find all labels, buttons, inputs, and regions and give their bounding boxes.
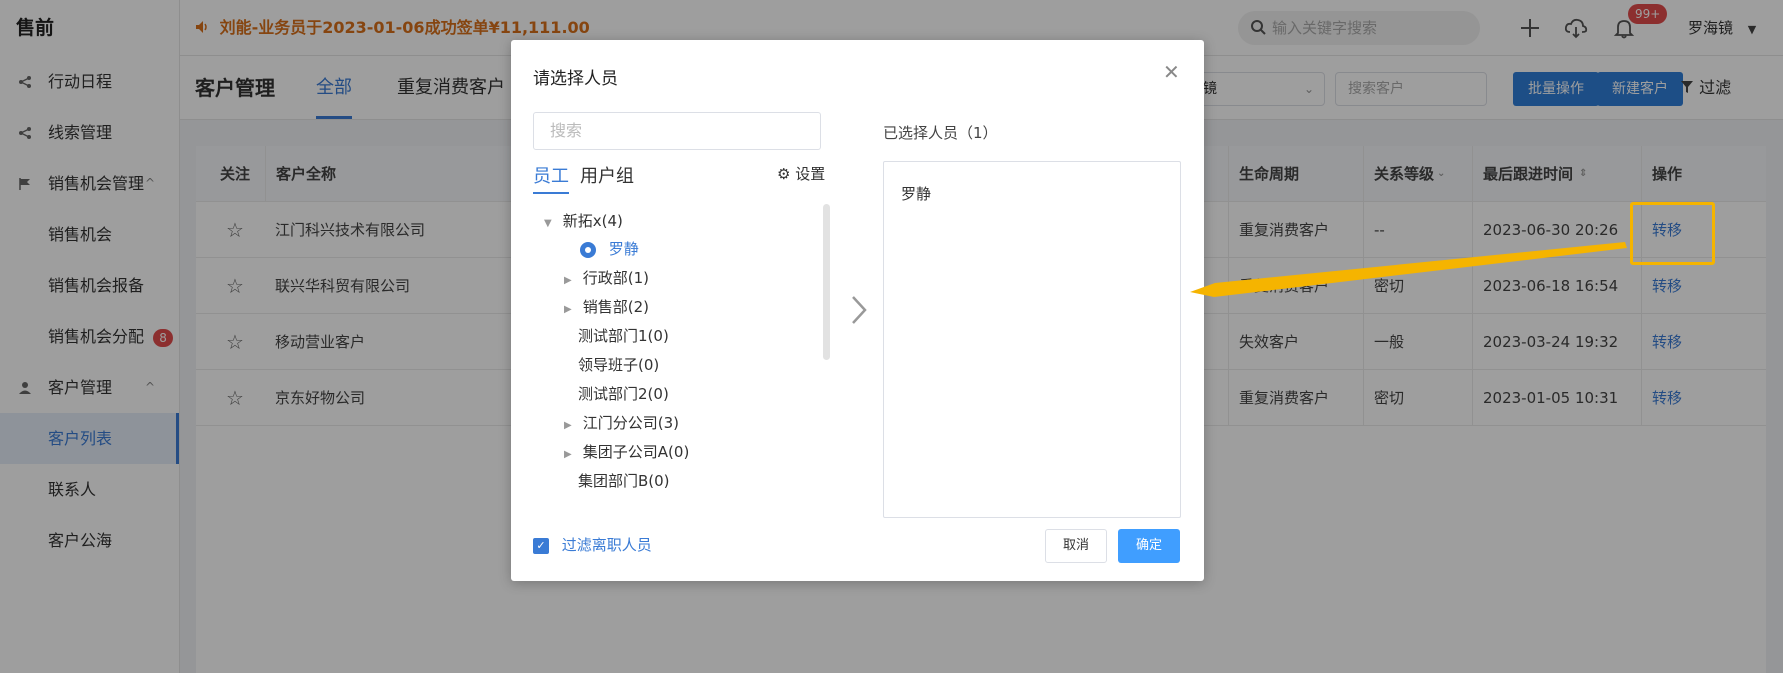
cancel-button[interactable]: 取消 xyxy=(1045,529,1107,563)
tree-node-label: 江门分公司(3) xyxy=(582,414,680,432)
person-search-input[interactable]: 搜索 xyxy=(533,112,821,150)
tree-node-label: 销售部(2) xyxy=(582,298,650,316)
tree-node-person[interactable]: 罗静 xyxy=(580,238,639,259)
selected-list: 罗静 xyxy=(883,161,1181,518)
dialog-title: 请选择人员 xyxy=(533,69,618,89)
tree-node-dept[interactable]: 测试部门1(0) xyxy=(578,325,669,346)
confirm-button[interactable]: 确定 xyxy=(1118,529,1180,563)
tree-node-dept[interactable]: 测试部门2(0) xyxy=(578,383,669,404)
tree-node-label: 新拓x(4) xyxy=(562,212,623,230)
filter-resigned-checkbox[interactable]: ✓ 过滤离职人员 xyxy=(533,534,652,555)
caret-down-icon: ▼ xyxy=(544,218,552,229)
tree-node-dept[interactable]: ▶ 销售部(2) xyxy=(564,296,649,317)
check-icon: ✓ xyxy=(533,537,549,554)
caret-right-icon: ▶ xyxy=(564,420,572,431)
tree-node-label: 罗静 xyxy=(608,240,639,258)
tree-node-org[interactable]: ▼ 新拓x(4) xyxy=(544,210,623,231)
caret-right-icon: ▶ xyxy=(564,275,572,286)
checkbox-label: 过滤离职人员 xyxy=(561,536,652,554)
selected-person[interactable]: 罗静 xyxy=(901,183,931,204)
radio-selected-icon xyxy=(580,241,596,258)
close-icon[interactable]: ✕ xyxy=(1163,60,1180,84)
chevron-right-icon[interactable] xyxy=(849,294,869,334)
selected-count-label: 已选择人员（1） xyxy=(883,124,998,142)
settings-label: 设置 xyxy=(795,165,826,183)
tree-node-dept[interactable]: ▶ 集团子公司A(0) xyxy=(564,441,689,462)
annotation-highlight-box xyxy=(1630,202,1715,265)
tree-node-dept[interactable]: 领导班子(0) xyxy=(578,354,659,375)
settings-button[interactable]: ⚙ 设置 xyxy=(777,163,825,184)
tree-scrollbar[interactable] xyxy=(823,204,830,360)
tree-node-label: 行政部(1) xyxy=(582,269,650,287)
tab-user-groups[interactable]: 用户组 xyxy=(580,162,634,188)
select-person-dialog: 请选择人员 ✕ 搜索 员工 用户组 ⚙ 设置 ▼ 新拓x(4) 罗静 ▶ 行政部… xyxy=(511,40,1204,581)
caret-right-icon: ▶ xyxy=(564,449,572,460)
tree-node-dept[interactable]: ▶ 行政部(1) xyxy=(564,267,649,288)
caret-right-icon: ▶ xyxy=(564,304,572,315)
gear-icon: ⚙ xyxy=(777,165,791,183)
tab-employees[interactable]: 员工 xyxy=(533,162,569,194)
tree-node-dept[interactable]: 集团部门B(0) xyxy=(578,470,670,491)
tree-node-label: 集团子公司A(0) xyxy=(582,443,690,461)
tree-node-dept[interactable]: ▶ 江门分公司(3) xyxy=(564,412,679,433)
